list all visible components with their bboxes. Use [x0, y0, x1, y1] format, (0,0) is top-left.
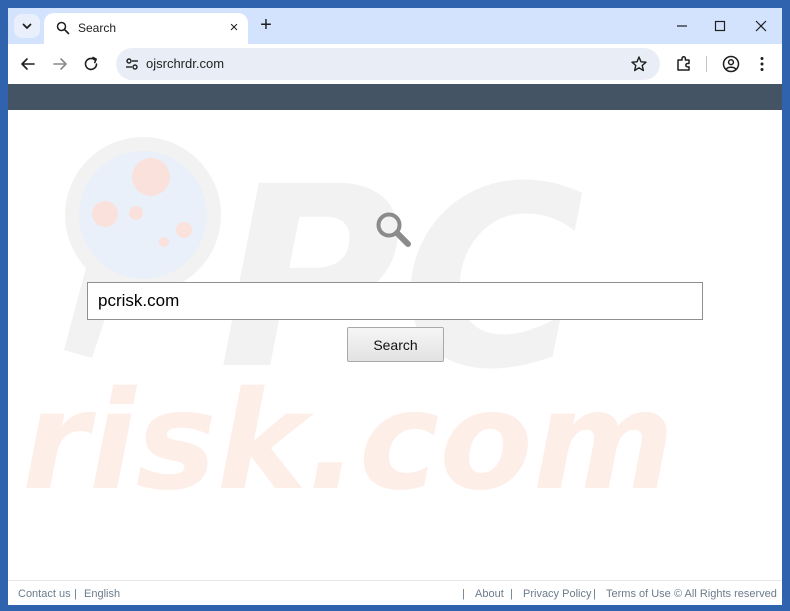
address-bar[interactable]: ojsrchrdr.com — [116, 48, 660, 80]
arrow-right-icon[interactable] — [50, 54, 70, 74]
footer-link-contact[interactable]: Contact us — [18, 588, 71, 600]
footer-copyright: © All Rights reserved — [674, 588, 777, 600]
footer-separator: | — [74, 588, 77, 600]
url-text: ojsrchrdr.com — [146, 56, 225, 71]
footer-link-about[interactable]: About — [475, 588, 504, 600]
footer-separator: | — [593, 588, 596, 600]
browser-window: Search × + ojsrchrdr.com PC risk.com pcr… — [8, 8, 782, 605]
minimize-icon[interactable] — [674, 18, 690, 34]
page-content: PC risk.com Search Contact us | English … — [8, 110, 782, 605]
close-icon[interactable] — [753, 18, 769, 34]
tab-close-button[interactable]: × — [226, 20, 242, 36]
maximize-icon[interactable] — [712, 18, 728, 34]
chevron-down-icon — [22, 23, 32, 29]
footer-link-terms[interactable]: Terms of Use — [606, 588, 671, 600]
puzzle-icon[interactable] — [674, 54, 694, 74]
new-tab-button[interactable]: + — [256, 15, 276, 36]
arrow-left-icon[interactable] — [18, 54, 38, 74]
tune-icon[interactable] — [124, 56, 140, 72]
footer-separator: | — [510, 588, 513, 600]
reload-icon[interactable] — [81, 54, 101, 74]
search-input[interactable] — [87, 282, 703, 320]
kebab-menu-icon[interactable] — [752, 54, 772, 74]
tab-title: Search — [78, 21, 117, 35]
search-button[interactable]: Search — [347, 327, 444, 362]
star-icon[interactable] — [630, 55, 648, 73]
active-tab[interactable]: Search × — [44, 13, 248, 44]
search-icon — [56, 21, 70, 35]
footer-link-privacy[interactable]: Privacy Policy — [523, 588, 591, 600]
footer-separator: | — [462, 588, 465, 600]
page-footer: Contact us | English | About | Privacy P… — [8, 580, 782, 605]
watermark-bottom-text: risk.com — [22, 363, 675, 521]
footer-link-language[interactable]: English — [84, 588, 120, 600]
account-icon[interactable] — [721, 54, 741, 74]
close-tab-icon: × — [229, 19, 239, 36]
toolbar-divider — [706, 56, 707, 72]
browser-toolbar: ojsrchrdr.com — [8, 44, 782, 84]
tab-strip: Search × + — [8, 8, 782, 44]
search-icon — [376, 212, 411, 247]
page-header-bar — [8, 84, 782, 110]
tab-search-button[interactable] — [14, 14, 40, 38]
